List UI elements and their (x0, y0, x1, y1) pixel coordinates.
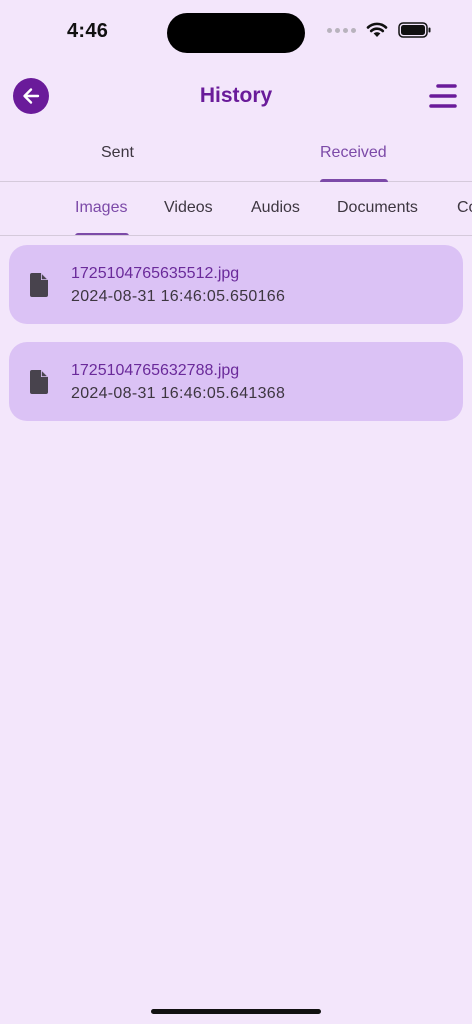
file-icon (30, 370, 48, 394)
battery-icon (398, 22, 431, 38)
tab-sent[interactable]: Sent (101, 144, 134, 162)
file-name: 1725104765635512.jpg (71, 265, 240, 282)
cellular-signal-icon (327, 27, 356, 33)
primary-tab-bar: Sent Received (0, 132, 472, 182)
wifi-icon (366, 22, 388, 37)
file-name: 1725104765632788.jpg (71, 362, 240, 379)
app-bar: History (0, 76, 472, 116)
tab-indicator (320, 179, 388, 182)
tab-documents[interactable]: Documents (337, 199, 418, 217)
file-date: 2024-08-31 16:46:05.641368 (71, 385, 286, 402)
tab-audios[interactable]: Audios (251, 199, 300, 217)
media-type-tab-bar: Images Videos Audios Documents Co (0, 183, 472, 236)
status-icons (327, 22, 432, 38)
status-time: 4:46 (67, 20, 109, 42)
file-icon (30, 273, 48, 297)
menu-button[interactable] (428, 82, 458, 110)
home-indicator[interactable] (151, 1009, 321, 1014)
file-date: 2024-08-31 16:46:05.650166 (71, 288, 286, 305)
status-bar: 4:46 (0, 0, 472, 64)
page-title: History (199, 84, 273, 107)
file-list: 1725104765635512.jpg 2024-08-31 16:46:05… (9, 245, 463, 439)
dynamic-island (167, 13, 305, 53)
tab-images[interactable]: Images (75, 199, 127, 217)
list-item[interactable]: 1725104765632788.jpg 2024-08-31 16:46:05… (9, 342, 463, 421)
tab-videos[interactable]: Videos (164, 199, 213, 217)
list-item[interactable]: 1725104765635512.jpg 2024-08-31 16:46:05… (9, 245, 463, 324)
tab-indicator (75, 233, 129, 235)
tab-received[interactable]: Received (320, 144, 387, 162)
tab-co-partial[interactable]: Co (457, 199, 472, 217)
menu-icon (429, 84, 457, 108)
